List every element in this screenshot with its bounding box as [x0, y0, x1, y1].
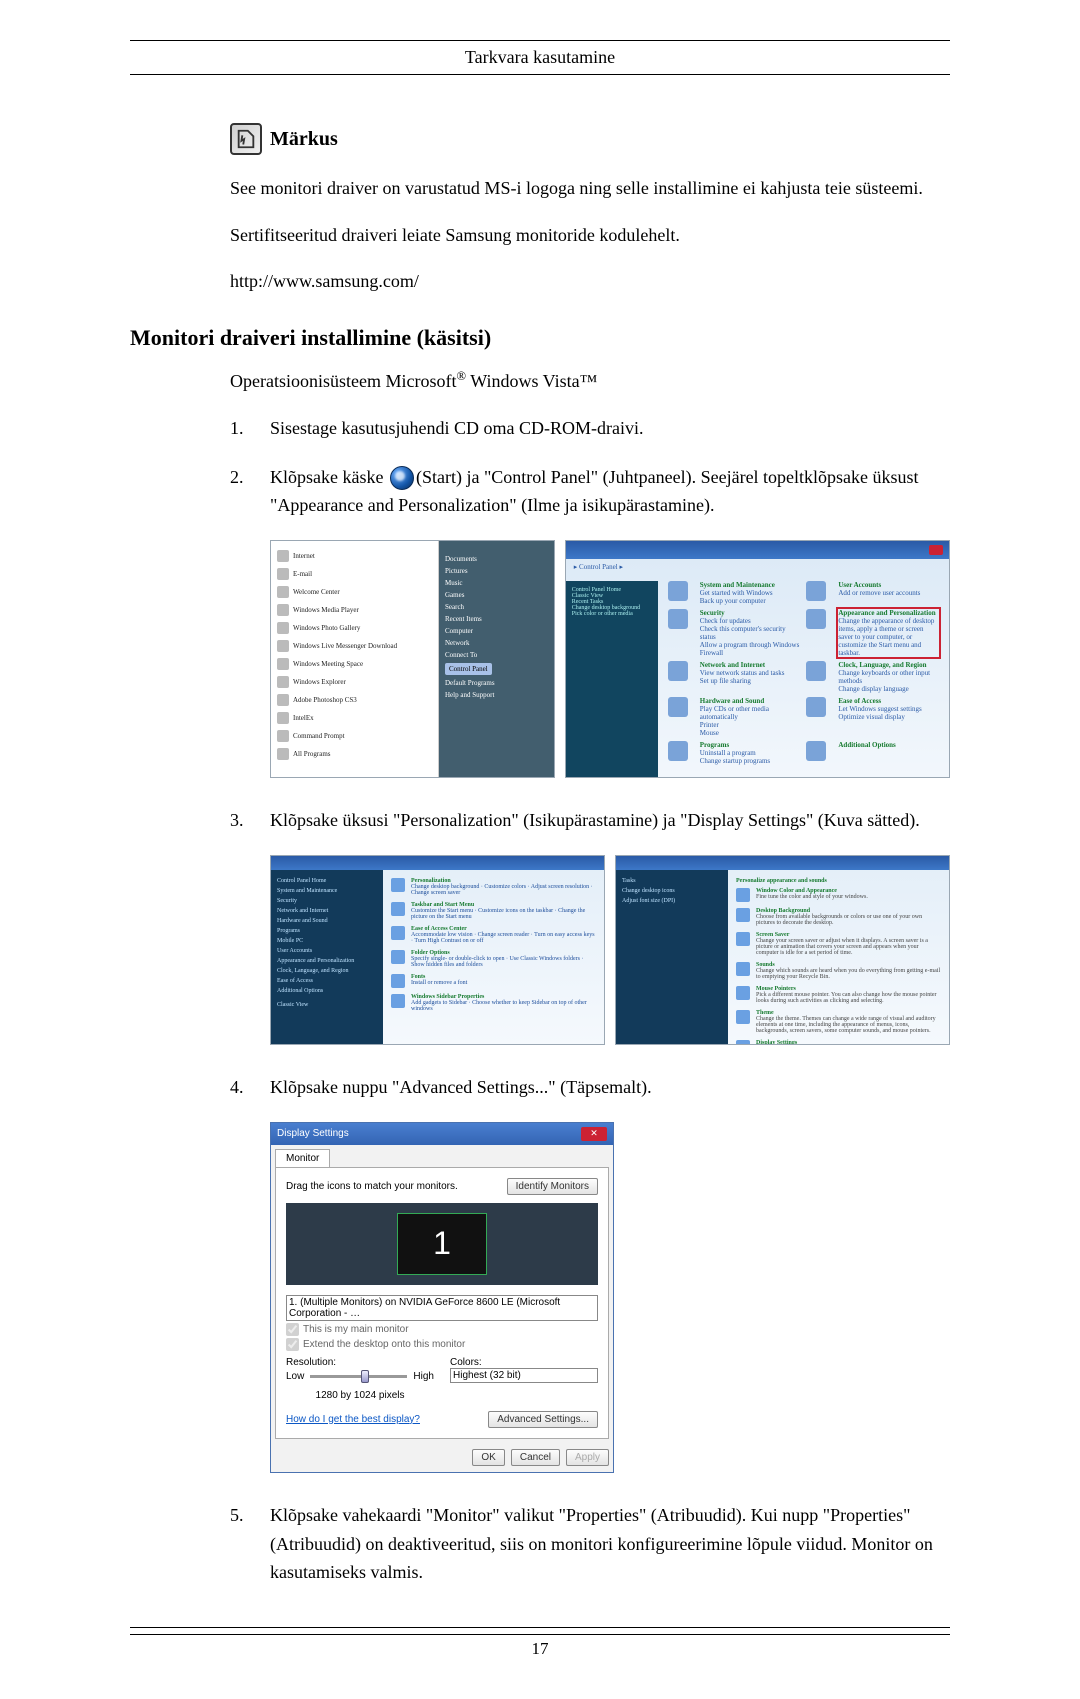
screenshot-row-1: InternetE-mailWelcome CenterWindows Medi…	[270, 540, 950, 778]
step-4: 4. Klõpsake nuppu "Advanced Settings..."…	[230, 1073, 950, 1102]
monitor-1-icon[interactable]: 1	[397, 1213, 487, 1275]
note-icon	[230, 123, 262, 155]
advanced-settings-button[interactable]: Advanced Settings...	[488, 1411, 598, 1428]
step-5-num: 5.	[230, 1501, 252, 1587]
close-icon[interactable]: ✕	[581, 1127, 607, 1141]
screenshot-control-panel: ▸ Control Panel ▸ Control Panel HomeClas…	[565, 540, 950, 778]
step-3-text: Klõpsake üksusi "Personalization" (Isiku…	[270, 806, 920, 835]
resolution-slider[interactable]: Low High	[286, 1368, 434, 1386]
main-monitor-label: This is my main monitor	[303, 1324, 409, 1335]
screenshot-row-2: Control Panel HomeSystem and Maintenance…	[270, 855, 950, 1045]
step-5-text: Klõpsake vahekaardi "Monitor" valikut "P…	[270, 1501, 950, 1587]
monitor-preview[interactable]: 1	[286, 1203, 598, 1285]
step-1-num: 1.	[230, 414, 252, 443]
steps-list: 1. Sisestage kasutusjuhendi CD oma CD-RO…	[230, 414, 950, 520]
header-rule-top	[130, 40, 950, 41]
resolution-label: Resolution:	[286, 1357, 434, 1368]
start-orb-icon	[390, 466, 414, 490]
main-monitor-checkbox[interactable]	[286, 1323, 299, 1336]
note-line-1: See monitori draiver on varustatud MS-i …	[230, 173, 950, 204]
footer-rule	[130, 1627, 950, 1628]
cancel-button[interactable]: Cancel	[511, 1449, 560, 1466]
step-1-text: Sisestage kasutusjuhendi CD oma CD-ROM-d…	[270, 414, 643, 443]
ok-button[interactable]: OK	[472, 1449, 504, 1466]
steps-list-3: 3. Klõpsake üksusi "Personalization" (Is…	[230, 806, 950, 835]
step-1: 1. Sisestage kasutusjuhendi CD oma CD-RO…	[230, 414, 950, 443]
colors-select[interactable]: Highest (32 bit)	[450, 1368, 598, 1383]
colors-label: Colors:	[450, 1357, 598, 1368]
apply-button[interactable]: Apply	[566, 1449, 609, 1466]
step-3-num: 3.	[230, 806, 252, 835]
step-3: 3. Klõpsake üksusi "Personalization" (Is…	[230, 806, 950, 835]
screenshot-personalization: TasksChange desktop iconsAdjust font siz…	[615, 855, 950, 1045]
reg-mark: ®	[456, 369, 466, 383]
step-2-num: 2.	[230, 463, 252, 521]
screenshot-display-settings: Display Settings ✕ Monitor Drag the icon…	[270, 1122, 614, 1473]
help-link[interactable]: How do I get the best display?	[286, 1414, 420, 1425]
step-2-text: Klõpsake käske (Start) ja "Control Panel…	[270, 463, 950, 521]
step-2: 2. Klõpsake käske (Start) ja "Control Pa…	[230, 463, 950, 521]
step-5: 5. Klõpsake vahekaardi "Monitor" valikut…	[230, 1501, 950, 1587]
steps-list-4: 4. Klõpsake nuppu "Advanced Settings..."…	[230, 1073, 950, 1102]
step-4-text: Klõpsake nuppu "Advanced Settings..." (T…	[270, 1073, 652, 1102]
steps-list-5: 5. Klõpsake vahekaardi "Monitor" valikut…	[230, 1501, 950, 1587]
identify-monitors-button[interactable]: Identify Monitors	[507, 1178, 598, 1195]
extend-desktop-checkbox[interactable]	[286, 1338, 299, 1351]
page-header: Tarkvara kasutamine	[130, 47, 950, 75]
page-number: 17	[130, 1634, 950, 1659]
os-mid: Windows Vista™	[466, 371, 597, 391]
slider-low: Low	[286, 1371, 304, 1382]
slider-high: High	[413, 1371, 434, 1382]
tab-monitor[interactable]: Monitor	[275, 1149, 330, 1167]
screenshot-start-menu: InternetE-mailWelcome CenterWindows Medi…	[270, 540, 555, 778]
os-pre: Operatsioonisüsteem Microsoft	[230, 371, 456, 391]
note-url: http://www.samsung.com/	[230, 266, 950, 297]
monitor-select[interactable]: 1. (Multiple Monitors) on NVIDIA GeForce…	[286, 1295, 598, 1321]
cp-address: ▸ Control Panel ▸	[566, 559, 949, 575]
resolution-value: 1280 by 1024 pixels	[286, 1390, 434, 1401]
os-line: Operatsioonisüsteem Microsoft® Windows V…	[230, 369, 950, 392]
note-title: Märkus	[270, 128, 338, 151]
dlg-title-text: Display Settings	[277, 1128, 349, 1139]
step-2-text-a: Klõpsake käske	[270, 467, 388, 487]
drag-label: Drag the icons to match your monitors.	[286, 1181, 458, 1192]
step-4-num: 4.	[230, 1073, 252, 1102]
note-block: Märkus See monitori draiver on varustatu…	[230, 123, 950, 297]
note-line-2: Sertifitseeritud draiveri leiate Samsung…	[230, 220, 950, 251]
extend-desktop-label: Extend the desktop onto this monitor	[303, 1339, 465, 1350]
screenshot-appearance: Control Panel HomeSystem and Maintenance…	[270, 855, 605, 1045]
section-title: Monitori draiveri installimine (käsitsi)	[130, 325, 950, 351]
